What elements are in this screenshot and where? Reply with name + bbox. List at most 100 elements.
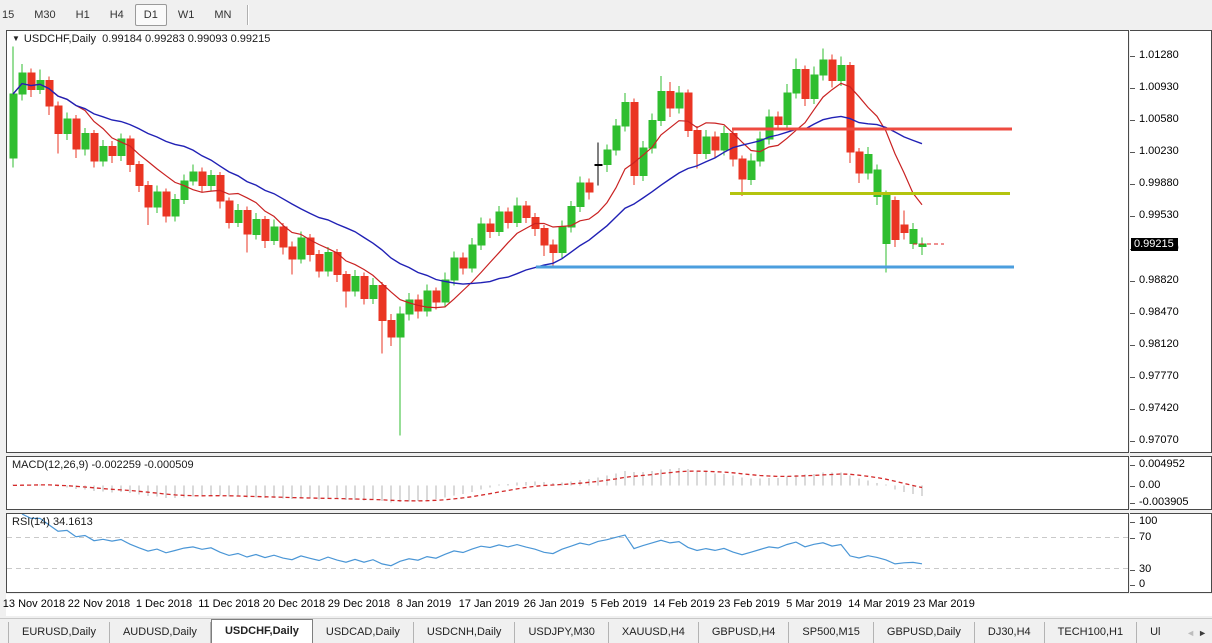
- toolbar-separator: [247, 5, 249, 25]
- candle-body: [541, 229, 548, 246]
- tab-usdcad-daily[interactable]: USDCAD,Daily: [313, 622, 414, 643]
- chart-ohlc-values: 0.99184 0.99283 0.99093 0.99215: [102, 33, 270, 45]
- candle-body: [163, 192, 170, 216]
- rsi-label: RSI(14) 34.1613: [12, 516, 93, 528]
- candle-body: [145, 186, 152, 207]
- candle-body: [361, 276, 368, 298]
- candle-body: [217, 176, 224, 202]
- candle-body: [667, 91, 674, 108]
- tab-tech100-h1[interactable]: TECH100,H1: [1045, 622, 1137, 643]
- date-axis[interactable]: 13 Nov 201822 Nov 20181 Dec 201811 Dec 2…: [6, 594, 1212, 616]
- candle-body: [136, 165, 143, 186]
- candle-body: [595, 165, 602, 166]
- price-tick-label: 1.00930: [1139, 81, 1179, 93]
- candle-body: [388, 320, 395, 337]
- date-tick-label: 23 Mar 2019: [904, 598, 984, 610]
- candle-body: [235, 210, 242, 222]
- tab-scroll-arrows: ◄►: [1186, 628, 1210, 638]
- candle-body: [694, 131, 701, 154]
- macd-axis[interactable]: 0.004952 0.00 -0.003905: [1130, 456, 1212, 510]
- macd-signal-line: [13, 471, 922, 501]
- main-chart-panel[interactable]: ▼ USDCHF,Daily 0.99184 0.99283 0.99093 0.…: [6, 30, 1129, 453]
- timeframe-button-D1[interactable]: D1: [135, 4, 167, 26]
- candle-body: [127, 139, 134, 165]
- axis-tick-mark: [1130, 503, 1135, 504]
- candle-body: [244, 210, 251, 234]
- candle-body: [109, 146, 116, 155]
- timeframe-button-M30[interactable]: M30: [25, 4, 64, 26]
- timeframe-button-H4[interactable]: H4: [101, 4, 133, 26]
- candle-body: [325, 253, 332, 271]
- macd-panel[interactable]: MACD(12,26,9) -0.002259 -0.000509: [6, 456, 1129, 510]
- axis-tick-mark: [1130, 570, 1135, 571]
- rsi-axis[interactable]: 10070300: [1130, 513, 1212, 593]
- macd-tick-label: 0.004952: [1139, 458, 1185, 470]
- candle-body: [820, 60, 827, 75]
- rsi-panel[interactable]: RSI(14) 34.1613: [6, 513, 1129, 593]
- tab-scroll-right-icon[interactable]: ►: [1198, 628, 1210, 638]
- candle-body: [550, 245, 557, 252]
- candles-layer: [10, 47, 926, 436]
- candle-body: [838, 66, 845, 81]
- macd-tick-label: 0.00: [1139, 479, 1160, 491]
- tab-scroll-left-icon[interactable]: ◄: [1186, 628, 1198, 638]
- candle-body: [586, 183, 593, 192]
- tab-gbpusd-h4[interactable]: GBPUSD,H4: [699, 622, 790, 643]
- symbol-dropdown-icon[interactable]: ▼: [12, 34, 20, 43]
- tab-sp500-m15[interactable]: SP500,M15: [789, 622, 873, 643]
- macd-tick-label: -0.003905: [1139, 496, 1189, 508]
- candle-body: [379, 286, 386, 321]
- candle-body: [613, 126, 620, 150]
- candle-body: [154, 192, 161, 207]
- candle-body: [748, 161, 755, 179]
- candle-body: [199, 172, 206, 186]
- price-tick-label: 0.99530: [1139, 209, 1179, 221]
- candle-body: [514, 206, 521, 223]
- chart-tab-bar: EURUSD,DailyAUDUSD,DailyUSDCHF,DailyUSDC…: [0, 618, 1212, 643]
- candle-body: [460, 258, 467, 268]
- candle-body: [478, 224, 485, 245]
- price-axis[interactable]: 1.012801.009301.005801.002300.998800.995…: [1130, 30, 1212, 453]
- price-tick-label: 0.98120: [1139, 338, 1179, 350]
- axis-tick-mark: [1130, 56, 1135, 57]
- candle-body: [892, 200, 899, 239]
- axis-tick-mark: [1130, 120, 1135, 121]
- rsi-chart[interactable]: [7, 514, 1128, 592]
- candlestick-chart[interactable]: [7, 31, 1128, 452]
- candle-body: [487, 224, 494, 231]
- candle-body: [883, 195, 890, 244]
- candle-body: [343, 275, 350, 292]
- timeframe-button-15[interactable]: 15: [0, 4, 23, 26]
- rsi-tick-label: 0: [1139, 578, 1145, 590]
- tab-ul[interactable]: Ul: [1137, 622, 1164, 643]
- tab-dj30-h4[interactable]: DJ30,H4: [975, 622, 1045, 643]
- chart-symbol-label: USDCHF,Daily: [24, 33, 96, 45]
- candle-body: [397, 314, 404, 337]
- tab-usdjpy-m30[interactable]: USDJPY,M30: [515, 622, 608, 643]
- axis-tick-mark: [1130, 522, 1135, 523]
- axis-tick-mark: [1130, 313, 1135, 314]
- axis-tick-mark: [1130, 441, 1135, 442]
- tab-xauusd-h4[interactable]: XAUUSD,H4: [609, 622, 699, 643]
- tab-usdchf-daily[interactable]: USDCHF,Daily: [211, 619, 313, 643]
- timeframe-button-MN[interactable]: MN: [205, 4, 240, 26]
- candle-body: [226, 201, 233, 222]
- tab-eurusd-daily[interactable]: EURUSD,Daily: [9, 622, 110, 643]
- tab-gbpusd-daily[interactable]: GBPUSD,Daily: [874, 622, 975, 643]
- timeframe-button-H1[interactable]: H1: [67, 4, 99, 26]
- axis-tick-mark: [1130, 216, 1135, 217]
- tab-usdcnh-daily[interactable]: USDCNH,Daily: [414, 622, 516, 643]
- candle-body: [46, 80, 53, 106]
- candle-body: [82, 134, 89, 150]
- candle-body: [55, 106, 62, 134]
- candle-body: [442, 280, 449, 302]
- candle-body: [181, 181, 188, 199]
- macd-label: MACD(12,26,9) -0.002259 -0.000509: [12, 459, 194, 471]
- tab-audusd-daily[interactable]: AUDUSD,Daily: [110, 622, 211, 643]
- timeframe-button-W1[interactable]: W1: [169, 4, 204, 26]
- price-tick-label: 0.97770: [1139, 370, 1179, 382]
- candle-body: [739, 159, 746, 179]
- price-tick-label: 0.99880: [1139, 177, 1179, 189]
- price-tick-label: 1.00580: [1139, 113, 1179, 125]
- macd-values: -0.002259 -0.000509: [91, 459, 193, 471]
